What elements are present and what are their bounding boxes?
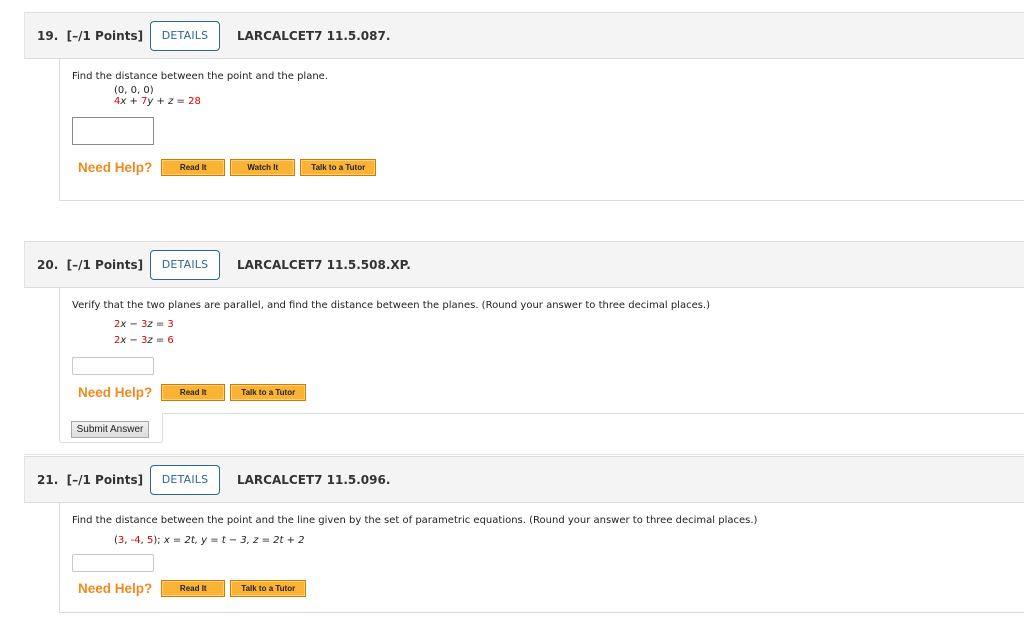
submit-divider bbox=[163, 413, 1024, 414]
answer-input[interactable] bbox=[72, 554, 154, 572]
point-and-line: (3, -4, 5); x = 2t, y = t − 3, z = 2t + … bbox=[114, 535, 305, 546]
read-it-button[interactable]: Read It bbox=[161, 159, 226, 176]
submit-answer-button[interactable]: Submit Answer bbox=[71, 421, 149, 438]
plane-equation: 4x + 7y + z = 28 bbox=[114, 96, 201, 107]
question-prompt: Verify that the two planes are parallel,… bbox=[72, 300, 711, 311]
question-header: 19. [–/1 Points] DETAILS LARCALCET7 11.5… bbox=[24, 12, 1024, 59]
details-button[interactable]: DETAILS bbox=[150, 20, 220, 51]
question-19: 19. [–/1 Points] DETAILS LARCALCET7 11.5… bbox=[24, 12, 1024, 201]
need-help-label: Need Help? bbox=[78, 160, 153, 175]
question-code: LARCALCET7 11.5.096. bbox=[237, 472, 391, 487]
talk-to-tutor-button[interactable]: Talk to a Tutor bbox=[230, 384, 307, 401]
question-code: LARCALCET7 11.5.508.XP. bbox=[237, 257, 411, 272]
point-coordinates: (0, 0, 0) bbox=[114, 85, 154, 96]
question-prompt: Find the distance between the point and … bbox=[72, 71, 329, 82]
question-21: 21. [–/1 Points] DETAILS LARCALCET7 11.5… bbox=[24, 456, 1024, 613]
talk-to-tutor-button[interactable]: Talk to a Tutor bbox=[300, 159, 377, 176]
details-button[interactable]: DETAILS bbox=[150, 249, 220, 280]
question-number-points: 20. [–/1 Points] bbox=[37, 257, 144, 272]
details-button[interactable]: DETAILS bbox=[150, 464, 220, 495]
help-row: Need Help? Read It Talk to a Tutor bbox=[72, 384, 1024, 401]
question-body: Verify that the two planes are parallel,… bbox=[59, 288, 1024, 413]
watch-it-button[interactable]: Watch It bbox=[230, 159, 296, 176]
question-number-points: 19. [–/1 Points] bbox=[37, 28, 144, 43]
question-body: Find the distance between the point and … bbox=[59, 59, 1024, 201]
question-header: 20. [–/1 Points] DETAILS LARCALCET7 11.5… bbox=[24, 241, 1024, 288]
help-row: Need Help? Read It Watch It Talk to a Tu… bbox=[72, 159, 1024, 176]
plane-equation-1: 2x − 3z = 3 bbox=[114, 319, 174, 330]
question-20: 20. [–/1 Points] DETAILS LARCALCET7 11.5… bbox=[24, 241, 1024, 455]
question-prompt: Find the distance between the point and … bbox=[72, 515, 758, 526]
need-help-label: Need Help? bbox=[78, 385, 153, 400]
help-row: Need Help? Read It Talk to a Tutor bbox=[72, 580, 1024, 597]
need-help-label: Need Help? bbox=[78, 581, 153, 596]
answer-input[interactable] bbox=[72, 117, 154, 145]
question-body: Find the distance between the point and … bbox=[59, 503, 1024, 613]
question-header: 21. [–/1 Points] DETAILS LARCALCET7 11.5… bbox=[24, 456, 1024, 503]
read-it-button[interactable]: Read It bbox=[161, 580, 226, 597]
divider bbox=[24, 454, 1024, 455]
answer-input[interactable] bbox=[72, 357, 154, 375]
parametric-equations: x = 2t, y = t − 3, z = 2t + 2 bbox=[163, 535, 305, 546]
talk-to-tutor-button[interactable]: Talk to a Tutor bbox=[230, 580, 307, 597]
question-code: LARCALCET7 11.5.087. bbox=[237, 28, 391, 43]
plane-equation-2: 2x − 3z = 6 bbox=[114, 335, 174, 346]
read-it-button[interactable]: Read It bbox=[161, 384, 226, 401]
question-number-points: 21. [–/1 Points] bbox=[37, 472, 144, 487]
submit-area: Submit Answer bbox=[59, 413, 163, 443]
